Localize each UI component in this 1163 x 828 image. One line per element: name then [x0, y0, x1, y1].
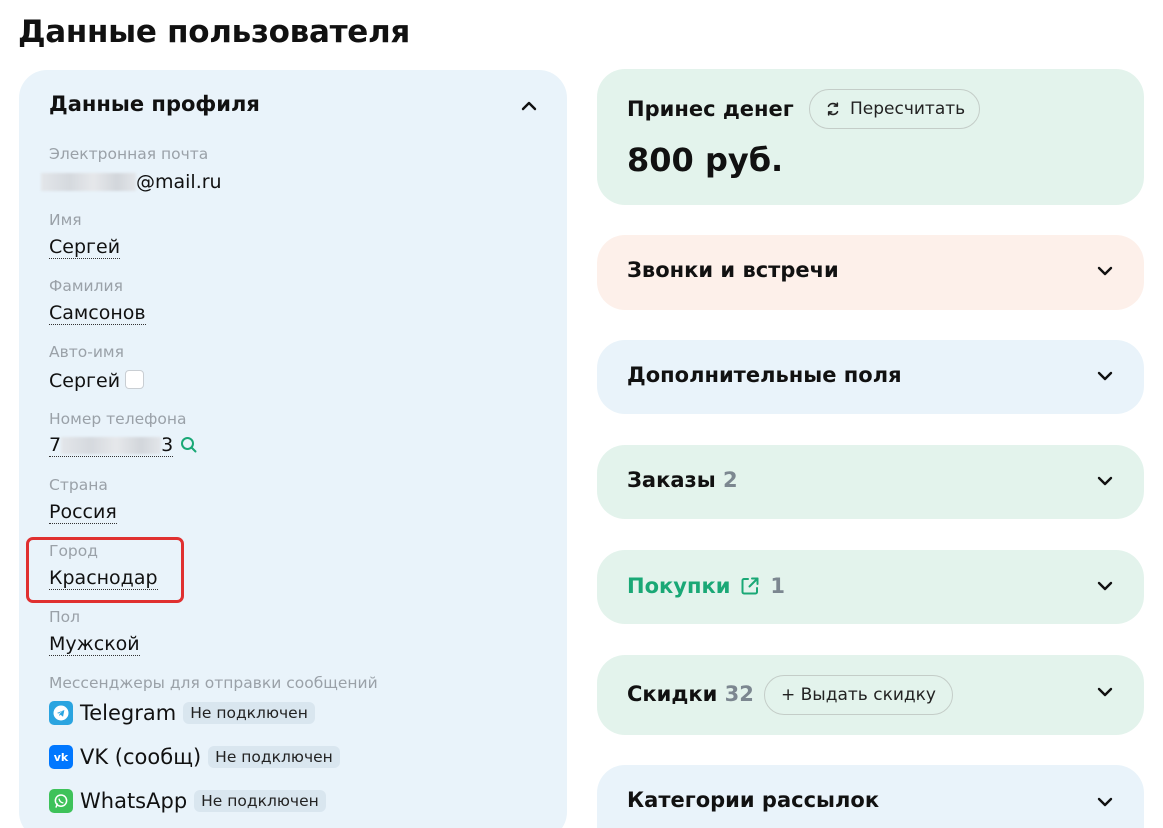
refresh-icon: [827, 102, 839, 116]
phone-value[interactable]: 73: [49, 434, 174, 457]
messenger-name: VK (сообщ): [80, 745, 202, 769]
orders-card[interactable]: Заказы 2: [597, 445, 1144, 519]
purchases-title: Покупки 1: [627, 574, 785, 598]
purchases-card[interactable]: Покупки 1: [597, 550, 1144, 624]
country-value[interactable]: Россия: [49, 501, 117, 524]
discounts-title-text: Скидки: [627, 682, 718, 706]
first-name-label: Имя: [49, 211, 82, 229]
money-title: Принес денег: [627, 97, 794, 121]
discounts-card[interactable]: Скидки 32 + Выдать скидку: [597, 655, 1144, 735]
purchases-count: 1: [770, 574, 786, 598]
discounts-title: Скидки 32: [627, 682, 754, 706]
phone-label: Номер телефона: [49, 410, 187, 428]
email-domain: @mail.ru: [136, 171, 222, 193]
external-link-icon[interactable]: [739, 575, 761, 597]
first-name-value[interactable]: Сергей: [49, 236, 121, 259]
chevron-down-icon[interactable]: [1093, 574, 1117, 598]
orders-count: 2: [723, 468, 738, 492]
messenger-telegram[interactable]: Telegram Не подключен: [49, 700, 315, 726]
gender-value[interactable]: Мужской: [49, 633, 140, 656]
give-discount-button[interactable]: + Выдать скидку: [764, 675, 953, 715]
profile-card: Данные профиля Электронная почта @mail.r…: [19, 70, 567, 828]
city-label: Город: [49, 542, 98, 560]
mailing-categories-card[interactable]: Категории рассылок: [597, 765, 1144, 828]
purchases-link[interactable]: Покупки: [627, 574, 730, 598]
phone-prefix: 7: [49, 434, 62, 456]
orders-title-text: Заказы: [627, 468, 716, 492]
whatsapp-icon: [49, 789, 73, 813]
telegram-icon: [49, 701, 73, 725]
auto-name-label: Авто-имя: [49, 343, 124, 361]
mailing-title: Категории рассылок: [627, 788, 880, 812]
messenger-name: Telegram: [80, 701, 177, 725]
chevron-down-icon[interactable]: [1093, 680, 1117, 704]
email-redacted: [41, 173, 136, 191]
profile-header: Данные профиля: [49, 92, 260, 116]
messenger-name: WhatsApp: [80, 789, 188, 813]
messengers-label: Мессенджеры для отправки сообщений: [49, 674, 378, 692]
gender-label: Пол: [49, 608, 81, 626]
page-title: Данные пользователя: [18, 14, 410, 50]
chevron-down-icon[interactable]: [1093, 364, 1117, 388]
extra-fields-card[interactable]: Дополнительные поля: [597, 340, 1144, 414]
calls-card[interactable]: Звонки и встречи: [597, 235, 1144, 310]
recalculate-button[interactable]: Пересчитать: [809, 89, 981, 129]
phone-redacted: [61, 437, 162, 454]
extra-fields-title: Дополнительные поля: [627, 363, 902, 387]
discounts-count: 32: [724, 682, 754, 706]
city-value[interactable]: Краснодар: [49, 567, 158, 590]
status-badge: Не подключен: [208, 746, 340, 768]
vk-icon: vk: [49, 745, 73, 769]
recalculate-label: Пересчитать: [850, 99, 966, 119]
messenger-whatsapp[interactable]: WhatsApp Не подключен: [49, 788, 326, 814]
status-badge: Не подключен: [183, 702, 315, 724]
email-value: @mail.ru: [41, 171, 222, 193]
country-label: Страна: [49, 476, 108, 494]
auto-name-value: Сергей: [49, 370, 121, 392]
money-card: Принес денег Пересчитать 800 руб.: [597, 69, 1144, 205]
phone-suffix: 3: [161, 434, 174, 456]
orders-title: Заказы 2: [627, 468, 738, 492]
search-icon[interactable]: [180, 436, 198, 454]
chevron-down-icon[interactable]: [1093, 790, 1117, 814]
last-name-value[interactable]: Самсонов: [49, 302, 146, 325]
money-amount: 800 руб.: [627, 141, 784, 179]
messenger-vk[interactable]: vk VK (сообщ) Не подключен: [49, 744, 340, 770]
chevron-down-icon[interactable]: [1093, 469, 1117, 493]
auto-name-checkbox[interactable]: [125, 370, 144, 389]
email-label: Электронная почта: [49, 145, 209, 163]
last-name-label: Фамилия: [49, 277, 123, 295]
calls-title: Звонки и встречи: [627, 258, 839, 282]
chevron-down-icon[interactable]: [1093, 259, 1117, 283]
status-badge: Не подключен: [194, 790, 326, 812]
chevron-up-icon[interactable]: [517, 94, 541, 118]
